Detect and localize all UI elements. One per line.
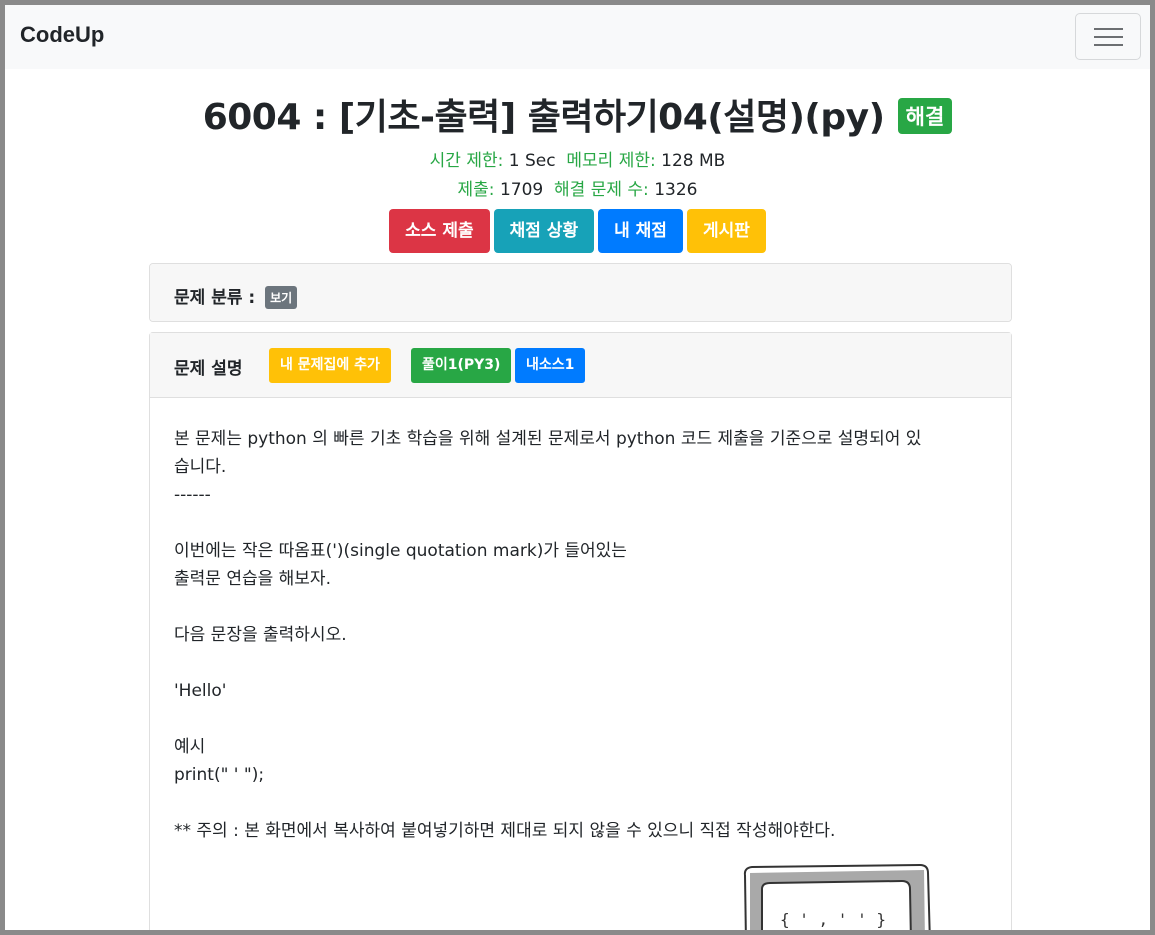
description-line: [174, 789, 994, 817]
brand-logo[interactable]: CodeUp: [20, 22, 104, 48]
description-line: print(" ' ");: [174, 765, 265, 785]
solved-count-value: 1326: [654, 180, 698, 200]
category-header: 문제 분류 : 보기: [150, 264, 1011, 321]
description-line: [174, 649, 994, 677]
grading-status-button[interactable]: 채점 상황: [493, 209, 595, 253]
solution-button[interactable]: 풀이1(PY3): [411, 348, 512, 383]
view-category-badge[interactable]: 보기: [265, 286, 298, 309]
category-label: 문제 분류 :: [174, 288, 256, 308]
description-line: [174, 593, 994, 621]
description-line: ** 주의 : 본 화면에서 복사하여 붙여넣기하면 제대로 되지 않을 수 있…: [174, 821, 836, 841]
category-card: 문제 분류 : 보기: [149, 263, 1012, 322]
add-to-problem-set-button[interactable]: 내 문제집에 추가: [269, 348, 391, 383]
time-limit-label: 시간 제한:: [429, 151, 504, 171]
description-line: [174, 509, 994, 537]
description-body: 본 문제는 python 의 빠른 기초 학습을 위해 설계된 문제로서 pyt…: [174, 425, 994, 845]
svg-text:{ ' , ' ' }: { ' , ' ' }: [780, 910, 886, 929]
my-grading-button[interactable]: 내 채점: [598, 209, 683, 253]
submissions-label: 제출:: [457, 180, 495, 200]
action-buttons: 소스 제출 채점 상황 내 채점 게시판: [0, 209, 1155, 253]
description-line: 습니다.: [174, 457, 227, 477]
board-button[interactable]: 게시판: [686, 209, 766, 253]
description-line: 본 문제는 python 의 빠른 기초 학습을 위해 설계된 문제로서 pyt…: [174, 429, 922, 449]
description-header: 문제 설명 내 문제집에 추가 풀이1(PY3) 내소스1: [150, 333, 1011, 398]
memory-limit-label: 메모리 제한:: [566, 151, 656, 171]
solved-count-label: 해결 문제 수:: [554, 180, 649, 200]
problem-header: 6004 : [기초-출력] 출력하기04(설명)(py) 해결: [0, 88, 1155, 140]
solved-status-badge: 해결: [897, 98, 953, 134]
description-line: [174, 705, 994, 733]
description-line: 출력문 연습을 해보자.: [174, 569, 331, 589]
description-card: 문제 설명 내 문제집에 추가 풀이1(PY3) 내소스1 본 문제는 pyth…: [149, 332, 1012, 935]
limits-line: 시간 제한: 1 Sec 메모리 제한: 128 MB: [0, 146, 1155, 171]
time-limit-value: 1 Sec: [508, 151, 556, 171]
hamburger-icon: [1094, 28, 1123, 30]
description-line: 예시: [174, 737, 206, 757]
memory-limit-value: 128 MB: [661, 151, 726, 171]
description-label: 문제 설명: [174, 359, 243, 379]
description-line: 이번에는 작은 따옴표(')(single quotation mark)가 들…: [174, 541, 627, 561]
submit-source-button[interactable]: 소스 제출: [389, 209, 490, 253]
category-label-wrap: 문제 분류 : 보기: [174, 283, 298, 310]
my-source-button[interactable]: 내소스1: [515, 348, 586, 383]
navbar: CodeUp: [5, 5, 1150, 69]
menu-toggle-button[interactable]: [1075, 13, 1141, 60]
problem-title: 6004 : [기초-출력] 출력하기04(설명)(py): [202, 97, 885, 138]
stats-line: 제출: 1709 해결 문제 수: 1326: [0, 175, 1155, 200]
computer-sketch-illustration: { ' , ' ' }: [743, 863, 931, 935]
description-line: 'Hello': [174, 681, 227, 701]
submissions-value: 1709: [499, 180, 544, 200]
description-line: 다음 문장을 출력하시오.: [174, 625, 347, 645]
description-line: ------: [174, 485, 211, 505]
